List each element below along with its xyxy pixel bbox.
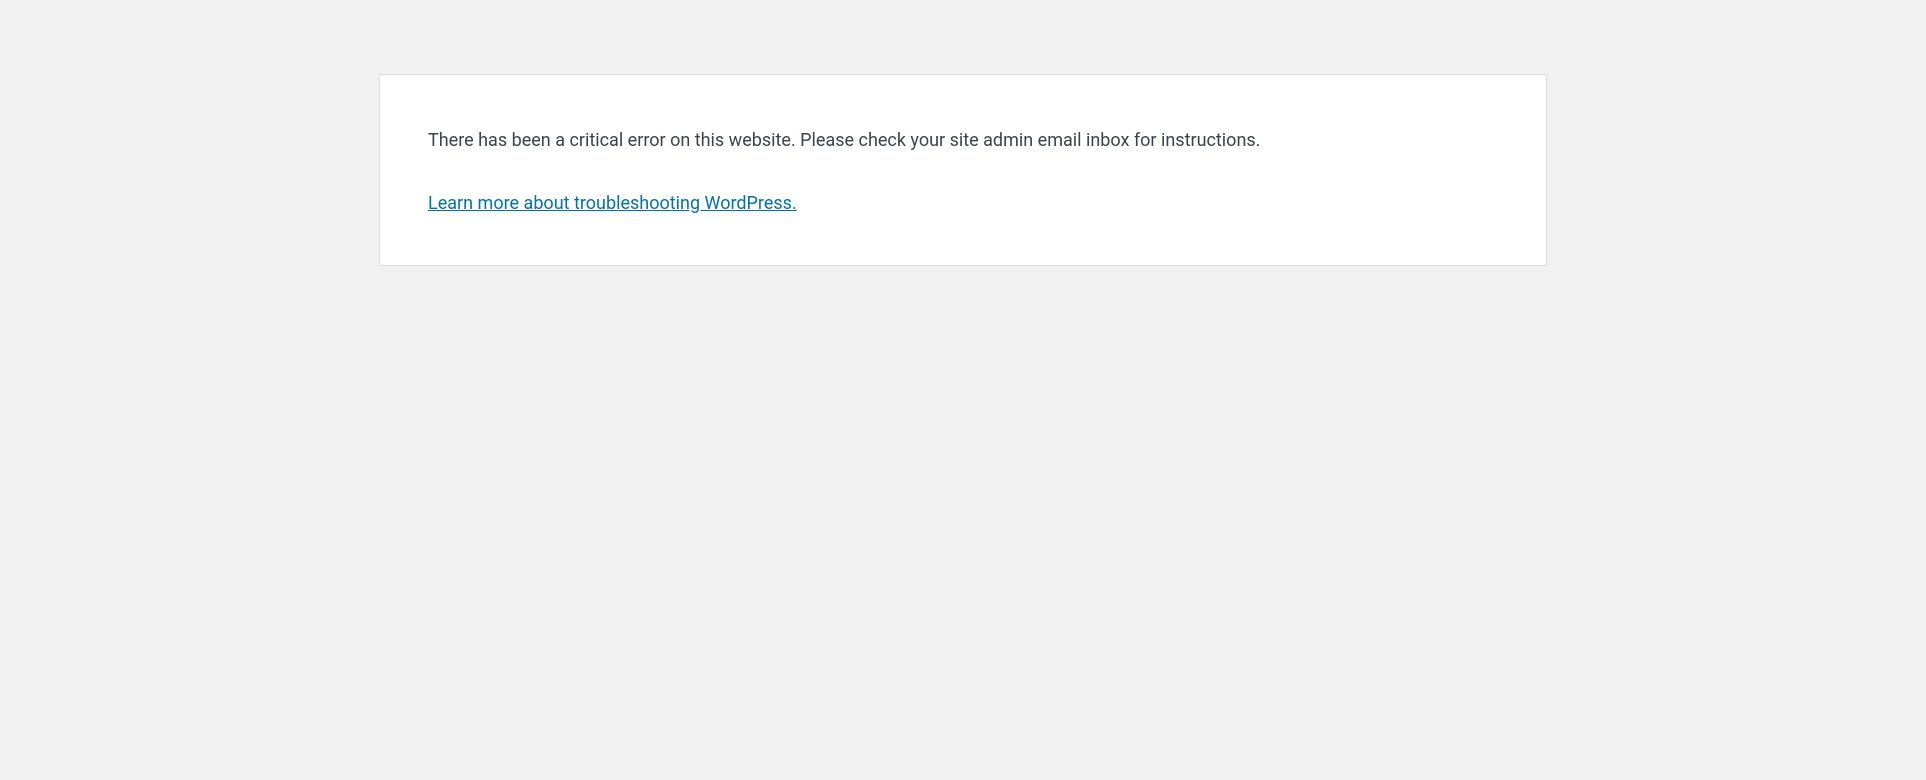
error-container: There has been a critical error on this … bbox=[379, 74, 1547, 266]
error-message: There has been a critical error on this … bbox=[428, 127, 1498, 154]
troubleshoot-link[interactable]: Learn more about troubleshooting WordPre… bbox=[428, 190, 797, 217]
